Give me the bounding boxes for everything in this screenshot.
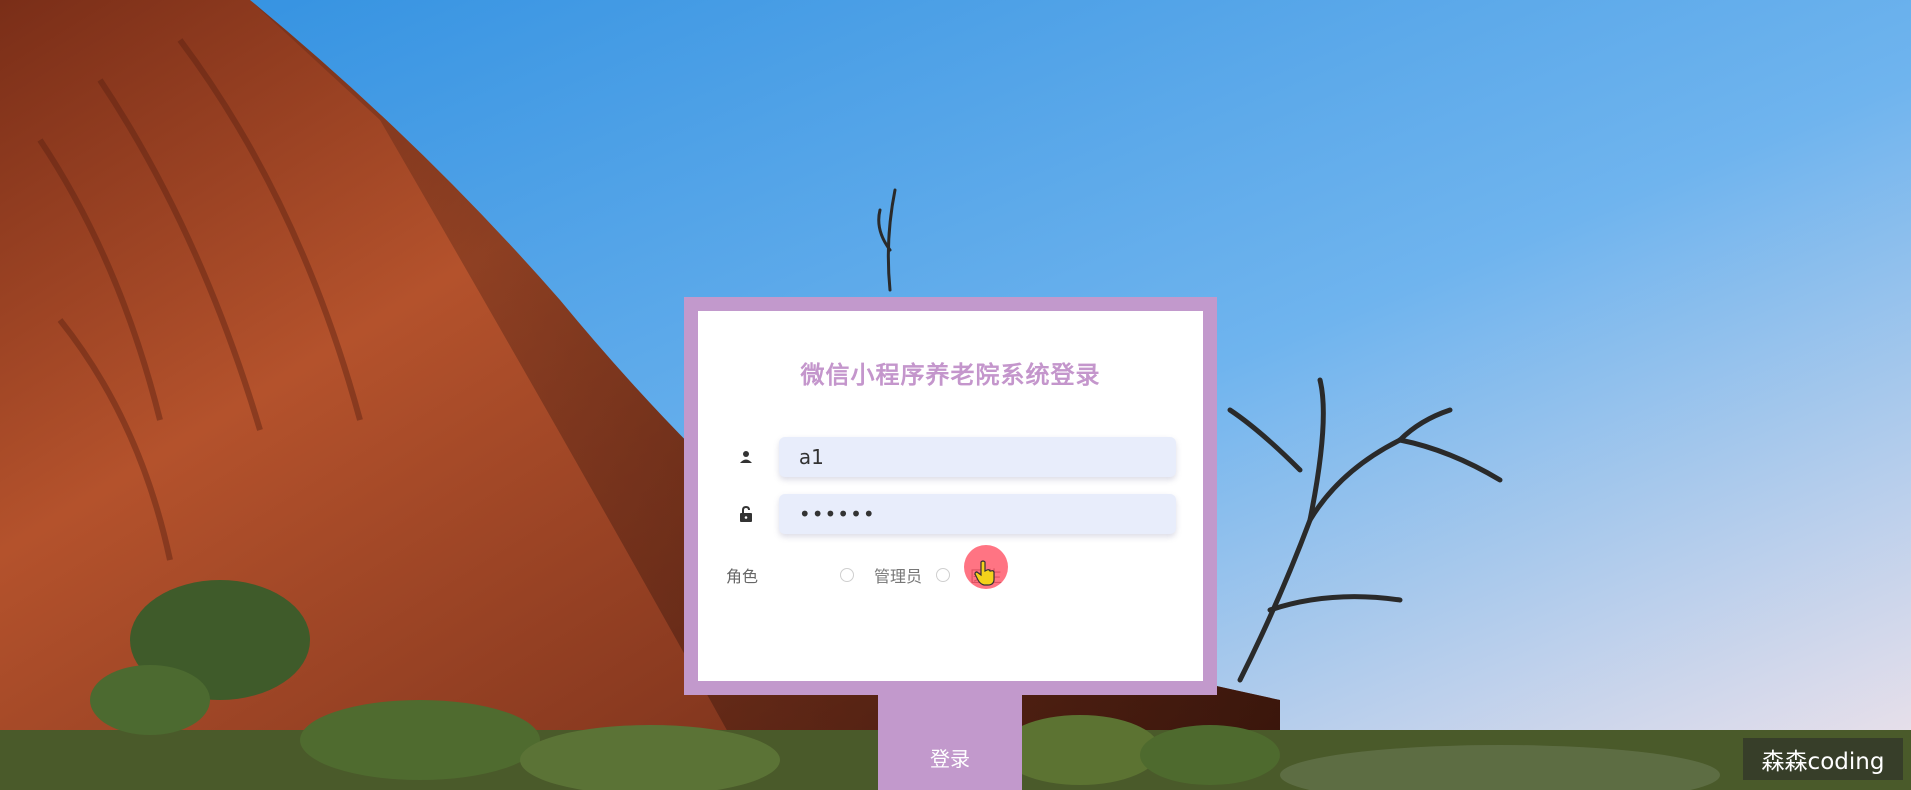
username-input[interactable] [778,437,1176,477]
hand-pointer-icon [974,560,995,586]
user-icon [736,446,757,468]
role-option-admin[interactable]: 管理员 [840,563,922,587]
login-title: 微信小程序养老院系统登录 [800,361,1101,389]
radio-admin[interactable] [840,568,854,582]
watermark: 森森coding [1743,738,1903,780]
radio-doctor[interactable] [936,568,951,582]
password-input[interactable] [778,494,1176,534]
login-panel: 微信小程序养老院系统登录 角色 管理员 医生 [684,297,1217,695]
username-row [736,436,1176,478]
login-card: 微信小程序养老院系统登录 角色 管理员 医生 [698,311,1203,681]
login-button[interactable]: 登录 [878,695,1022,790]
lock-icon [736,503,757,525]
role-label: 角色 [726,567,759,586]
password-row [736,493,1176,535]
role-option-admin-label: 管理员 [874,567,923,586]
